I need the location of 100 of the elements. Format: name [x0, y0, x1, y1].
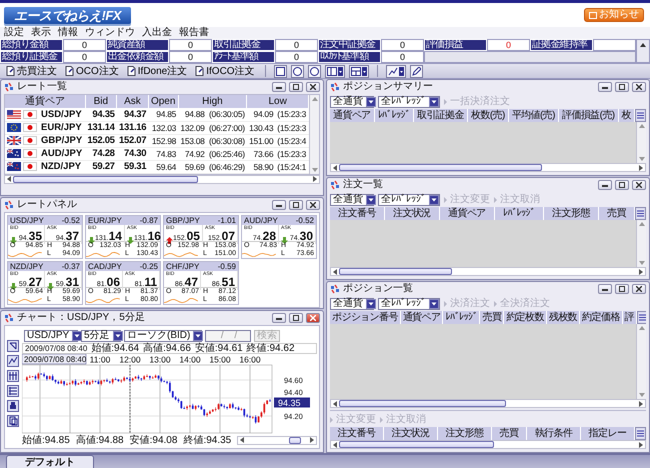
menu-item[interactable]: 情報 [58, 27, 78, 39]
order-button[interactable]: IfDone注文 [124, 64, 190, 78]
close-button[interactable] [632, 180, 646, 190]
restore-button[interactable] [289, 82, 303, 92]
ask-price: 59.31 [124, 161, 146, 172]
restore-button[interactable] [615, 180, 629, 190]
vertical-scrollbar[interactable] [636, 122, 646, 163]
minimize-icon [602, 287, 608, 291]
minimize-button[interactable] [598, 180, 612, 190]
order-button[interactable]: IfOCO注文 [193, 64, 257, 78]
menu-item[interactable]: 入出金 [142, 27, 172, 39]
ask-price: 131.16 [119, 122, 146, 133]
restore-button[interactable] [289, 200, 303, 210]
restore-icon [619, 182, 625, 188]
restore-button[interactable] [289, 313, 303, 323]
pair-select[interactable]: USD/JPY [24, 330, 78, 342]
close-icon [310, 202, 316, 208]
menu-item[interactable]: 報告書 [179, 27, 209, 39]
app-icon [330, 180, 340, 190]
layout-button[interactable] [348, 64, 369, 78]
window-title: ポジション一覧 [343, 283, 414, 295]
price-change: -0.59 [218, 262, 236, 271]
close-button[interactable] [306, 82, 320, 92]
column-settings-button[interactable] [635, 109, 646, 122]
chart-tool-button[interactable] [7, 340, 19, 352]
ask-price: 94.37 [124, 108, 146, 120]
column-settings-button[interactable] [635, 207, 646, 220]
column-header: 通貨ペア [5, 95, 86, 108]
horizontal-scrollbar[interactable] [330, 399, 646, 408]
minimize-button[interactable] [598, 284, 612, 294]
low-price: 151.00 [249, 136, 274, 146]
leverage-select[interactable]: 全ﾚﾊﾞﾚｯｼﾞ [378, 194, 440, 206]
leverage-select[interactable]: 全ﾚﾊﾞﾚｯｼﾞ [378, 96, 440, 108]
restore-button[interactable] [615, 284, 629, 294]
horizontal-scrollbar[interactable] [330, 267, 646, 276]
chart-tool-button[interactable] [7, 415, 19, 427]
toolbar-button[interactable] [290, 64, 304, 78]
restore-icon [619, 84, 625, 90]
scroll-up-button[interactable] [636, 39, 650, 63]
horizontal-scrollbar[interactable] [237, 436, 317, 444]
account-value: 0 [381, 39, 424, 51]
chart-tool-icon [8, 416, 18, 426]
column-settings-button[interactable] [637, 311, 646, 324]
toolbar-button[interactable] [308, 64, 321, 78]
chart-type-select[interactable]: ローソク(BID) [124, 330, 202, 342]
chart-tool-button[interactable] [7, 370, 19, 382]
column-settings-button[interactable] [635, 427, 646, 440]
menu-item[interactable]: 表示 [31, 27, 51, 39]
close-button[interactable] [632, 284, 646, 294]
time-label: 14:00 [179, 354, 201, 364]
close-button[interactable] [306, 313, 320, 323]
price-summary: 始値:94.85 [22, 434, 70, 446]
vertical-scrollbar[interactable] [309, 95, 319, 174]
chart-tool-button[interactable] [7, 400, 19, 412]
minimize-button[interactable] [272, 82, 286, 92]
minimize-button[interactable] [272, 200, 286, 210]
cursor-time-label: 2009/07/08 08:40 [22, 354, 86, 364]
menu-item[interactable]: ウィンドウ [85, 27, 135, 39]
sparkline-drawing [86, 252, 122, 258]
layout-button[interactable] [324, 64, 345, 78]
vertical-scrollbar[interactable] [636, 220, 646, 267]
high-time: (06:46:29) [209, 162, 245, 172]
low-price: 130.43 [249, 122, 274, 132]
currency-select[interactable]: 全通貨 [330, 194, 374, 206]
price-info: 終値:94.62 [246, 343, 295, 354]
currency-select[interactable]: 全通貨 [330, 96, 374, 108]
chart-button[interactable] [386, 64, 406, 78]
pencil-button[interactable] [410, 64, 423, 78]
high-price: 74.92 [184, 148, 205, 158]
menu-item[interactable]: 設定 [4, 27, 24, 39]
minimize-icon [602, 183, 608, 187]
close-button[interactable] [632, 82, 646, 92]
column-header: Open [148, 95, 178, 108]
high-time: (06:30:08) [209, 136, 245, 146]
horizontal-scrollbar[interactable] [330, 163, 646, 172]
document-icon [195, 66, 204, 76]
currency-pair: AUD/JPY [244, 216, 278, 225]
tab[interactable]: デフォルト [6, 455, 94, 468]
leverage-select[interactable]: 全ﾚﾊﾞﾚｯｼﾞ [378, 298, 440, 310]
restore-button[interactable] [615, 82, 629, 92]
bid-price: 131.14 [87, 122, 115, 133]
currency-pair: EUR/JPY [41, 122, 82, 133]
order-button[interactable]: 売買注文 [4, 64, 59, 78]
open-price: 132.03 [152, 122, 176, 132]
currency-pair: CHF/JPY [166, 262, 200, 271]
period-select[interactable]: 5分足 [81, 330, 121, 342]
order-button[interactable]: OCO注文 [63, 64, 121, 78]
minimize-button[interactable] [598, 82, 612, 92]
chart-tool-button[interactable] [7, 355, 19, 367]
toolbar-button[interactable] [274, 64, 287, 78]
close-button[interactable] [306, 200, 320, 210]
chart-tool-button[interactable] [7, 385, 19, 397]
vertical-scrollbar[interactable] [636, 324, 646, 399]
currency-pair: USD/JPY [10, 216, 44, 225]
currency-select[interactable]: 全通貨 [330, 298, 374, 310]
price-change: -0.52 [62, 216, 80, 225]
horizontal-scrollbar[interactable] [330, 440, 646, 449]
restore-icon [293, 84, 299, 90]
minimize-button[interactable] [272, 313, 286, 323]
account-value: 0 [169, 51, 212, 63]
